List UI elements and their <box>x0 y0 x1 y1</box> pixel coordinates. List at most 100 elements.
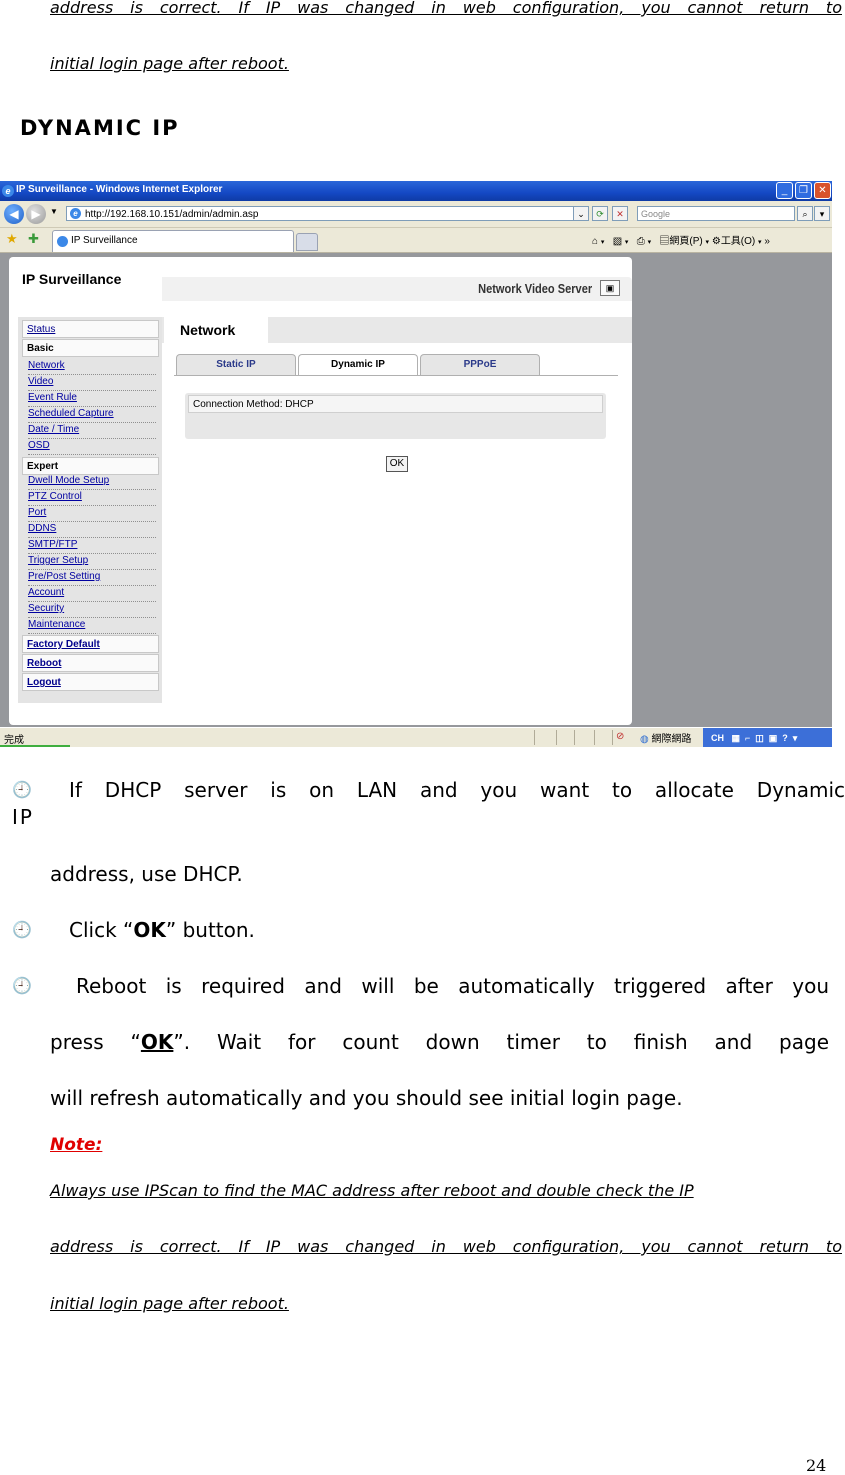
nav-logout[interactable]: Logout <box>22 673 159 691</box>
page-menu-icon: ▤ <box>659 236 670 247</box>
header-bar: Network Video Server ▣ <box>162 277 632 301</box>
note-line-2: address is correct. If IP was changed in… <box>50 1237 842 1256</box>
nav-reboot[interactable]: Reboot <box>22 654 159 672</box>
forward-icon[interactable]: ▶ <box>26 204 46 224</box>
nav-item-maintenance[interactable]: Maintenance <box>28 618 156 634</box>
nav-basic-header: Basic <box>22 339 159 357</box>
header-product-name: Network Video Server <box>477 281 592 296</box>
command-bar: ⌂ ▾ ▧ ▾ ⎙ ▾ ▤網頁(P) ▾ ⚙工具(O) ▾ » <box>592 232 770 247</box>
page-menu[interactable]: 網頁(P) <box>669 236 702 247</box>
tools-menu-icon: ⚙ <box>711 236 721 247</box>
bullet-icon: 🕘 <box>12 976 32 995</box>
status-text: 完成 <box>4 735 24 746</box>
bullet-2-pre: Click “ <box>69 918 134 942</box>
maximize-icon[interactable]: ❐ <box>795 182 812 199</box>
status-separator <box>594 730 595 745</box>
status-separator <box>556 730 557 745</box>
bullet-1-line-1b: IP <box>12 805 34 829</box>
nav-item-smtp-ftp[interactable]: SMTP/FTP <box>28 538 156 554</box>
nav-item-scheduled-capture[interactable]: Scheduled Capture <box>28 407 156 423</box>
page-number: 24 <box>806 1456 827 1475</box>
tab-network[interactable]: Network <box>164 317 268 343</box>
tab-pppoe[interactable]: PPPoE <box>420 354 540 375</box>
nav-item-pre-post-setting[interactable]: Pre/Post Setting <box>28 570 156 586</box>
main-panel: Network Static IP Dynamic IP PPPoE Conne… <box>162 317 632 703</box>
note-line-1: Always use IPScan to find the MAC addres… <box>50 1181 694 1200</box>
nav-item-osd[interactable]: OSD <box>28 439 156 455</box>
nav-item-account[interactable]: Account <box>28 586 156 602</box>
nav-status-label[interactable]: Status <box>27 324 55 335</box>
stop-icon[interactable]: ✕ <box>612 206 628 221</box>
nav-item-ddns[interactable]: DDNS <box>28 522 156 538</box>
url-dropdown-icon[interactable]: ⌄ <box>573 206 589 221</box>
home-dropdown-icon[interactable]: ▾ <box>601 239 605 246</box>
bullet-3-line-1: Reboot is required and will be automatic… <box>76 974 829 998</box>
feeds-dropdown-icon[interactable]: ▾ <box>625 239 629 246</box>
nav-item-video[interactable]: Video <box>28 375 156 391</box>
nav-item-network[interactable]: Network <box>28 359 156 375</box>
print-icon[interactable]: ⎙ <box>637 236 645 247</box>
url-input[interactable]: http://192.168.10.151/admin/admin.asp <box>66 206 588 221</box>
web-page: IP Surveillance Network Video Server ▣ S… <box>9 257 632 725</box>
refresh-icon[interactable]: ⟳ <box>592 206 608 221</box>
nav-factory-default[interactable]: Factory Default <box>22 635 159 653</box>
note-line-3: initial login page after reboot. <box>50 1294 289 1313</box>
status-separator <box>612 730 613 745</box>
bullet-2-post: ” button. <box>165 918 255 942</box>
section-header: Network <box>162 317 632 343</box>
new-tab-button[interactable] <box>296 233 318 251</box>
camera-icon[interactable]: ▣ <box>600 280 620 296</box>
page-menu-dropdown-icon[interactable]: ▾ <box>706 239 710 246</box>
tab-bar: ★ ✚ IP Surveillance ⌂ ▾ ▧ ▾ ⎙ ▾ ▤網頁(P) ▾… <box>0 228 832 253</box>
bullet-3-ok: OK <box>140 1030 174 1054</box>
print-dropdown-icon[interactable]: ▾ <box>648 239 652 246</box>
bullet-icon: 🕘 <box>12 920 32 939</box>
tab-static-ip[interactable]: Static IP <box>176 354 296 375</box>
ok-button[interactable]: OK <box>386 456 408 472</box>
top-note-line-1: address is correct. If IP was changed in… <box>50 0 842 17</box>
tab-divider <box>174 375 618 376</box>
browser-screenshot: e IP Surveillance - Windows Internet Exp… <box>0 181 832 747</box>
nav-item-date-time[interactable]: Date / Time <box>28 423 156 439</box>
nav-item-ptz-control[interactable]: PTZ Control <box>28 490 156 506</box>
search-input[interactable]: Google <box>637 206 795 221</box>
browser-titlebar: e IP Surveillance - Windows Internet Exp… <box>0 181 832 201</box>
minimize-icon[interactable]: _ <box>776 182 793 199</box>
favorites-star-icon[interactable]: ★ <box>6 231 18 247</box>
nav-item-trigger-setup[interactable]: Trigger Setup <box>28 554 156 570</box>
search-options-icon[interactable]: ▾ <box>814 206 830 221</box>
ime-icons: ▦ ⌐ ◫ ▣ ? ▾ <box>726 733 798 743</box>
bullet-3-line-2: press “OK”. Wait for count down timer to… <box>50 1029 829 1055</box>
nav-item-event-rule[interactable]: Event Rule <box>28 391 156 407</box>
tools-menu-dropdown-icon[interactable]: ▾ <box>758 239 762 246</box>
bullet-3-post: ”. Wait for count down timer to finish a… <box>173 1030 830 1054</box>
top-note-line-2: initial login page after reboot. <box>50 54 289 73</box>
app-title: IP Surveillance <box>22 271 122 287</box>
tab-dynamic-ip[interactable]: Dynamic IP <box>298 354 418 375</box>
search-icon[interactable]: ⌕ <box>797 206 813 221</box>
browser-tab-label: IP Surveillance <box>71 235 138 246</box>
progress-bar <box>0 745 70 747</box>
feeds-icon[interactable]: ▧ <box>613 236 622 247</box>
note-label: Note: <box>50 1135 103 1155</box>
nav-item-security[interactable]: Security <box>28 602 156 618</box>
more-chevron-icon[interactable]: » <box>764 236 770 247</box>
ime-toolbar[interactable]: CH ▦ ⌐ ◫ ▣ ? ▾ <box>703 728 832 747</box>
browser-tab[interactable]: IP Surveillance <box>52 230 294 252</box>
back-icon[interactable]: ◀ <box>4 204 24 224</box>
nav-item-dwell-mode-setup[interactable]: Dwell Mode Setup <box>28 474 156 490</box>
tab-page-icon <box>57 236 68 247</box>
bullet-3-line-3: will refresh automatically and you shoul… <box>50 1086 683 1110</box>
bullet-1-line-2: address, use DHCP. <box>50 862 243 886</box>
add-favorite-icon[interactable]: ✚ <box>28 231 39 247</box>
security-zone: ◍ 網際網路 <box>640 730 692 745</box>
nav-item-port[interactable]: Port <box>28 506 156 522</box>
history-dropdown-icon[interactable]: ▼ <box>50 207 58 216</box>
nav-status[interactable]: Status <box>22 320 159 338</box>
home-icon[interactable]: ⌂ <box>592 236 598 247</box>
close-icon[interactable]: ✕ <box>814 182 831 199</box>
bullet-2-ok: OK <box>133 918 166 942</box>
tools-menu[interactable]: 工具(O) <box>721 236 755 247</box>
bullet-3-pre: press “ <box>50 1030 141 1054</box>
ie-logo-icon: e <box>2 185 14 197</box>
